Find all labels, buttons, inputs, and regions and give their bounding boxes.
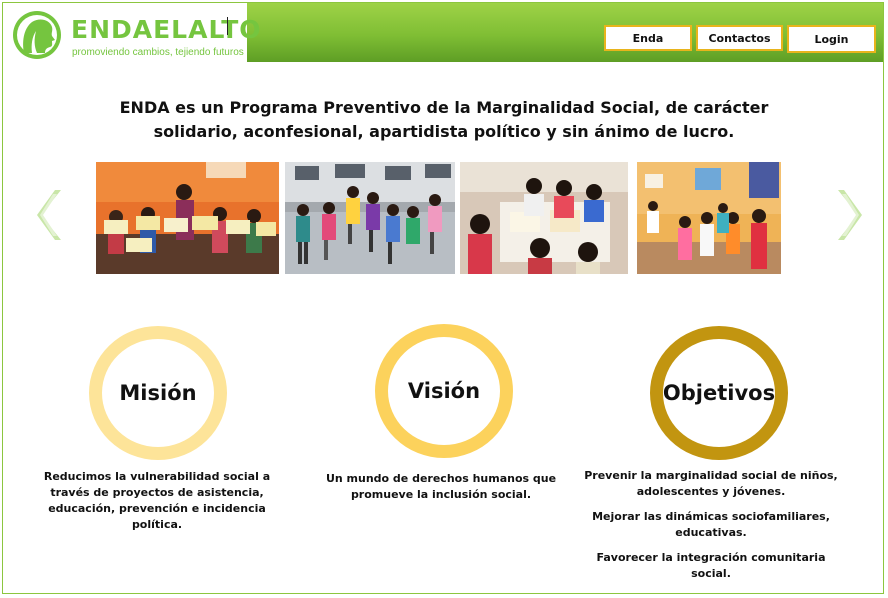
vision-title: Visión [407, 379, 481, 403]
carousel-photo-2[interactable] [285, 162, 455, 274]
chevron-right-icon[interactable] [836, 188, 862, 242]
objetivos-circle[interactable]: Objetivos [650, 326, 788, 460]
objetivo-item-2: Mejorar las dinámicas sociofamiliares, e… [592, 510, 830, 539]
brand-name: ENDAELALTO [71, 15, 262, 44]
carousel-photo-4[interactable] [637, 162, 781, 274]
objetivo-item-3: Favorecer la integración comunitaria soc… [596, 551, 826, 580]
nav-contactos-button[interactable]: Contactos [696, 25, 783, 51]
woman-profile-icon [13, 11, 61, 59]
chevron-left-icon[interactable] [37, 188, 63, 242]
brand-tagline: promoviendo cambios, tejiendo futuros [72, 47, 244, 58]
objetivos-title: Objetivos [662, 381, 776, 405]
carousel-photo-3[interactable] [460, 162, 628, 274]
vision-circle[interactable]: Visión [375, 324, 513, 458]
carousel-photo-1[interactable] [96, 162, 279, 274]
mision-circle[interactable]: Misión [89, 326, 227, 460]
mision-title: Misión [119, 381, 197, 405]
logo[interactable]: ENDAELALTO promoviendo cambios, tejiendo… [3, 3, 261, 62]
nav-login-button[interactable]: Login [787, 25, 876, 53]
mision-description: Reducimos la vulnerabilidad social a tra… [43, 470, 271, 531]
intro-headline: ENDA es un Programa Preventivo de la Mar… [119, 98, 769, 141]
nav-enda-button[interactable]: Enda [604, 25, 692, 51]
vision-description: Un mundo de derechos humanos que promuev… [325, 472, 557, 501]
objetivos-list: Prevenir la marginalidad social de niños… [578, 468, 844, 591]
text-cursor [227, 17, 228, 35]
objetivo-item-1: Prevenir la marginalidad social de niños… [584, 469, 838, 498]
